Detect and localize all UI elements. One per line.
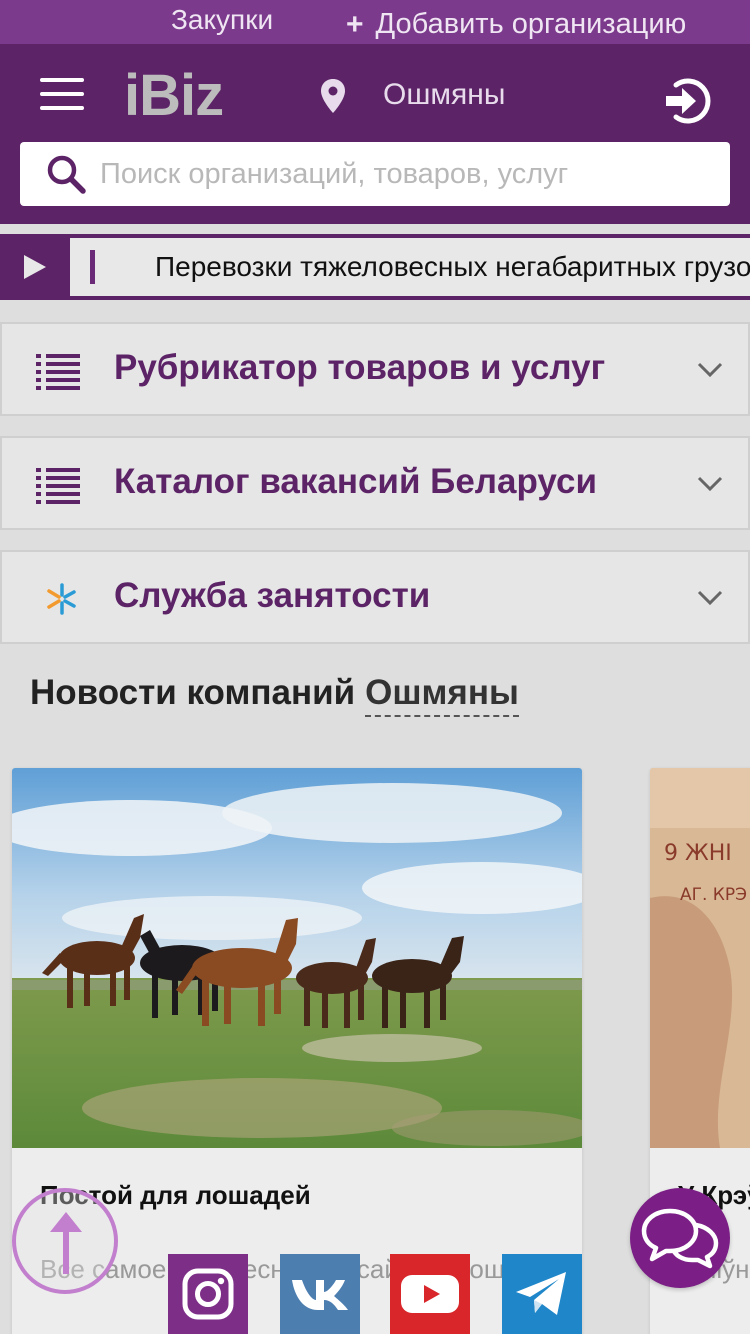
telegram-icon [516, 1272, 566, 1315]
vk-button[interactable] [280, 1254, 360, 1334]
chevron-down-icon [697, 476, 723, 492]
add-organization-link[interactable]: + Добавить организацию [346, 8, 686, 41]
scroll-to-top-button[interactable] [12, 1188, 118, 1294]
menu-icon[interactable] [40, 78, 84, 110]
accordion-title: Рубрикатор товаров и услуг [114, 348, 606, 387]
login-icon[interactable] [662, 76, 712, 126]
svg-text:АГ. КРЭ: АГ. КРЭ [680, 885, 747, 905]
city-selector[interactable]: Ошмяны [383, 78, 505, 112]
page: Закупки + Добавить организацию iBiz Ошмя… [0, 0, 750, 1334]
horses-photo [12, 768, 582, 1148]
play-icon [24, 255, 46, 279]
svg-text:9 ЖНІ: 9 ЖНІ [664, 841, 732, 866]
news-ticker: Перевозки тяжеловесных негабаритных груз… [0, 234, 750, 300]
news-heading: Новости компаний Ошмяны [30, 673, 519, 717]
logo[interactable]: iBiz [124, 62, 224, 129]
chat-button[interactable] [630, 1188, 730, 1288]
arrow-up-icon [50, 1212, 82, 1274]
add-organization-label: Добавить организацию [375, 8, 687, 40]
chat-bubbles-icon [641, 1208, 719, 1269]
youtube-icon [401, 1275, 459, 1313]
search-bar [20, 142, 730, 206]
accordion-title: Служба занятости [114, 576, 431, 615]
plus-icon: + [346, 7, 364, 41]
list-icon [36, 354, 80, 390]
purchases-link[interactable]: Закупки [171, 4, 273, 36]
header: iBiz Ошмяны [0, 44, 750, 224]
employment-service-icon [47, 583, 76, 615]
ticker-cursor [90, 250, 95, 284]
accordion-employment-service[interactable]: Служба занятости [0, 550, 750, 644]
accordion-vacancies[interactable]: Каталог вакансий Беларуси [0, 436, 750, 530]
divider [0, 224, 750, 234]
chevron-down-icon [697, 362, 723, 378]
accordion-goods-services[interactable]: Рубрикатор товаров и услуг [0, 322, 750, 416]
instagram-button[interactable] [168, 1254, 248, 1334]
telegram-button[interactable] [502, 1254, 582, 1334]
vk-icon [292, 1280, 348, 1310]
search-input[interactable] [100, 157, 700, 191]
news-city-link[interactable]: Ошмяны [365, 673, 519, 717]
sign-photo: 9 ЖНІ АГ. КРЭ [650, 768, 750, 1148]
top-strip: Закупки + Добавить организацию [0, 0, 750, 44]
instagram-icon [182, 1268, 234, 1320]
news-heading-label: Новости компаний [30, 673, 356, 712]
accordion-title: Каталог вакансий Беларуси [114, 462, 597, 501]
search-icon[interactable] [44, 152, 88, 196]
ticker-track[interactable]: Перевозки тяжеловесных негабаритных груз… [70, 238, 750, 296]
location-pin-icon [321, 79, 345, 113]
ticker-text: Перевозки тяжеловесных негабаритных груз… [155, 251, 750, 282]
list-icon [36, 468, 80, 504]
chevron-down-icon [697, 590, 723, 606]
youtube-button[interactable] [390, 1254, 470, 1334]
play-button[interactable] [0, 234, 70, 300]
